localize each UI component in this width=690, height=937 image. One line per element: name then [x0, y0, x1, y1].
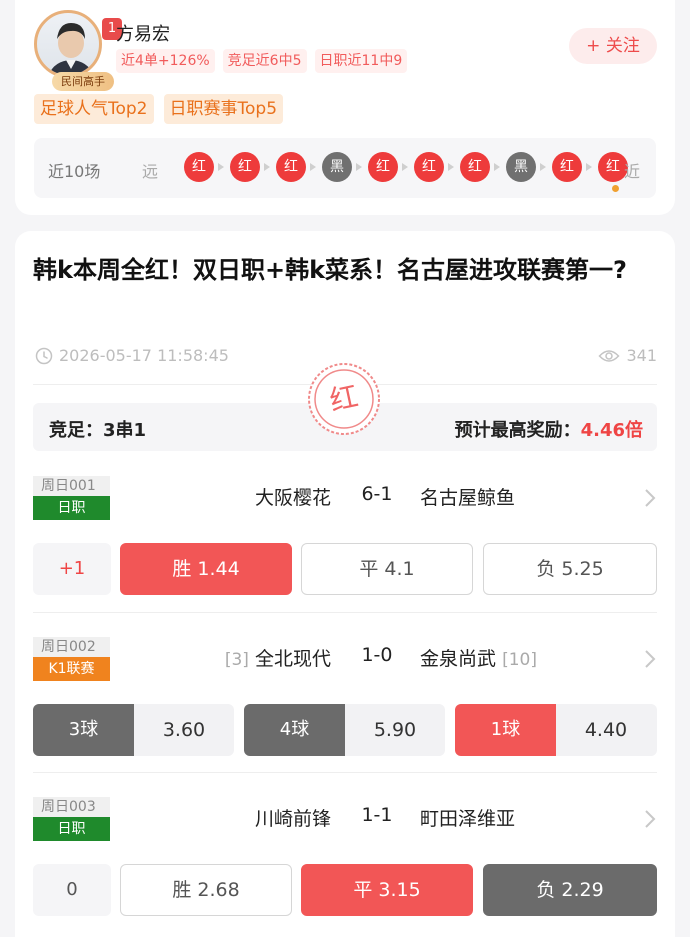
match-score: 1-0	[361, 644, 393, 666]
divider	[33, 772, 657, 773]
result-dot: 红	[460, 152, 490, 182]
avatar[interactable]: 1 民间高手	[34, 10, 122, 91]
odds-row: 0 胜 2.68 平 3.15 负 2.29	[33, 864, 657, 916]
odds-row: +1 胜 1.44 平 4.1 负 5.25	[33, 543, 657, 595]
odds-option-win[interactable]: 胜 2.68	[120, 864, 292, 916]
stat-tag: 日职近11中9	[314, 49, 408, 73]
max-reward-value: 4.46倍	[580, 420, 643, 441]
away-team: 金泉尚武	[420, 648, 497, 670]
result-dot: 红	[184, 152, 214, 182]
chevron-right-icon[interactable]	[643, 809, 657, 829]
result-dot: 红	[368, 152, 398, 182]
follow-button[interactable]: + 关注	[569, 28, 657, 64]
home-team: 大阪樱花	[254, 487, 331, 509]
goal-option-odds: 4.40	[584, 719, 628, 741]
clock-icon	[35, 347, 53, 364]
post-time: 2026-05-17 11:58:45	[35, 346, 229, 365]
goal-option[interactable]: 3球 3.60	[33, 704, 234, 756]
recent-near-label: 近	[624, 162, 641, 181]
avatar-image	[34, 10, 102, 78]
goal-option-label: 3球	[33, 704, 134, 756]
result-dot: 黑	[506, 152, 536, 182]
chevron-right-icon[interactable]	[643, 488, 657, 508]
result-dot: 红	[414, 152, 444, 182]
handicap: +1	[33, 543, 111, 595]
odds-option-draw[interactable]: 平 4.1	[301, 543, 473, 595]
post-views-count: 341	[626, 346, 657, 365]
league-badge: K1联赛	[33, 657, 110, 681]
match-number: 周日001	[33, 476, 110, 496]
arrow-right-icon	[356, 163, 362, 171]
home-team-wrap: [3] 全北现代	[225, 644, 331, 671]
odds-option-win[interactable]: 胜 1.44	[120, 543, 292, 595]
author-card: 1 民间高手 方易宏 近4单+126% 竞足近6中5 日职近11中9 + 关注 …	[15, 0, 675, 215]
chevron-right-icon[interactable]	[643, 649, 657, 669]
goal-option-odds: 3.60	[162, 719, 206, 741]
honor-tag: 日职赛事Top5	[163, 94, 284, 124]
post-time-text: 2026-05-17 11:58:45	[59, 346, 229, 365]
league-badge: 日职	[33, 496, 110, 520]
home-team: 川崎前锋	[254, 808, 331, 830]
arrow-right-icon	[310, 163, 316, 171]
recent-far-label: 远	[142, 162, 159, 181]
odds-option-lose[interactable]: 负 2.29	[483, 864, 657, 916]
max-reward-label: 预计最高奖励：	[454, 420, 581, 441]
odds-option-draw[interactable]: 平 3.15	[301, 864, 473, 916]
recent-results-bar[interactable]: 近10场 远 红 红 红 黑 红 红 红 黑 红 红 近	[34, 138, 656, 198]
arrow-right-icon	[540, 163, 546, 171]
arrow-right-icon	[448, 163, 454, 171]
match-row[interactable]: 周日002 K1联赛 [3] 全北现代 1-0 金泉尚武 [10] 3球 3.6…	[33, 627, 657, 777]
away-team-wrap: 金泉尚武 [10]	[420, 644, 537, 671]
goal-odds-row: 3球 3.60 4球 5.90 1球 4.40	[33, 704, 657, 756]
arrow-right-icon	[218, 163, 224, 171]
arrow-right-icon	[494, 163, 500, 171]
level-badge: 民间高手	[52, 72, 114, 91]
stat-tag: 近4单+126%	[116, 49, 215, 73]
arrow-right-icon	[402, 163, 408, 171]
post-card: 韩k本周全红！双日职+韩k菜系！名古屋进攻联赛第一? 2026-05-17 11…	[15, 231, 675, 937]
play-type-label: 竞足：	[49, 420, 103, 441]
league-badge: 日职	[33, 817, 110, 841]
odds-option-lose[interactable]: 负 5.25	[483, 543, 657, 595]
match-number: 周日003	[33, 797, 110, 817]
max-reward: 预计最高奖励：4.46倍	[455, 416, 643, 442]
play-type: 竞足：3串1	[49, 416, 146, 442]
author-name[interactable]: 方易宏	[116, 20, 170, 46]
divider	[33, 612, 657, 613]
result-dot: 红	[276, 152, 306, 182]
result-stamp-text: 红	[326, 379, 362, 418]
result-dot: 红	[230, 152, 260, 182]
result-dot: 黑	[322, 152, 352, 182]
match-row[interactable]: 周日003 日职 川崎前锋 1-1 町田泽维亚 0 胜 2.68 平 3.15 …	[33, 787, 657, 937]
play-type-value: 3串1	[103, 420, 147, 441]
eye-icon	[598, 349, 620, 362]
match-score: 1-1	[361, 804, 393, 826]
latest-indicator-dot	[612, 185, 619, 192]
match-row[interactable]: 周日001 日职 大阪樱花 6-1 名古屋鲸鱼 +1 胜 1.44 平 4.1 …	[33, 466, 657, 616]
goal-option-label: 1球	[455, 704, 556, 756]
post-views: 341	[598, 346, 657, 365]
away-team: 名古屋鲸鱼	[420, 487, 516, 509]
honor-tag: 足球人气Top2	[34, 94, 154, 124]
away-rank: [10]	[502, 650, 537, 670]
match-number: 周日002	[33, 637, 110, 657]
honor-tags: 足球人气Top2 日职赛事Top5	[34, 94, 284, 124]
goal-option-selected[interactable]: 1球 4.40	[455, 704, 657, 756]
result-dot: 红	[552, 152, 582, 182]
arrow-right-icon	[264, 163, 270, 171]
post-title: 韩k本周全红！双日职+韩k菜系！名古屋进攻联赛第一?	[33, 256, 627, 284]
arrow-right-icon	[586, 163, 592, 171]
stat-tag: 竞足近6中5	[222, 49, 307, 73]
home-rank: [3]	[224, 650, 249, 670]
goal-option[interactable]: 4球 5.90	[244, 704, 445, 756]
stat-tags: 近4单+126% 竞足近6中5 日职近11中9	[116, 49, 408, 73]
recent-label: 近10场	[48, 162, 101, 181]
goal-option-label: 4球	[244, 704, 345, 756]
handicap: 0	[33, 864, 111, 916]
home-team: 全北现代	[254, 648, 331, 670]
match-score: 6-1	[361, 483, 393, 505]
away-team: 町田泽维亚	[420, 808, 516, 830]
goal-option-odds: 5.90	[373, 719, 417, 741]
